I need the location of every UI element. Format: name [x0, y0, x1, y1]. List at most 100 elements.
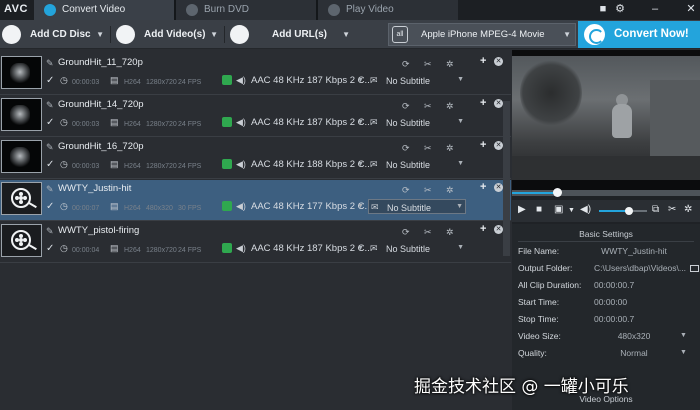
start-time-field[interactable]: 00:00:00 — [594, 297, 627, 307]
check-icon[interactable]: ✓ — [46, 75, 54, 86]
add-icon[interactable]: + — [480, 55, 486, 67]
file-name[interactable]: WWTY_pistol-firing — [58, 225, 139, 236]
subtitle-select[interactable]: ✉ No Subtitle ▼ — [368, 241, 466, 256]
seek-handle[interactable] — [553, 188, 563, 197]
effects-icon[interactable]: ✲ — [684, 204, 692, 215]
snapshot-icon[interactable]: ▣ — [554, 204, 563, 215]
check-icon[interactable]: ✓ — [46, 159, 54, 170]
file-row[interactable]: ✎ GroundHit_11_720p ⟳ ✂ ✲ + ✕ ✓ ◷ 00:00:… — [0, 54, 511, 95]
file-row[interactable]: ✎ GroundHit_14_720p ⟳ ✂ ✲ + ✕ ✓ ◷ 00:00:… — [0, 96, 511, 137]
chevron-down-icon[interactable]: ▼ — [357, 245, 364, 252]
list-scrollbar[interactable] — [503, 101, 510, 256]
chevron-down-icon[interactable]: ▼ — [568, 207, 575, 214]
copy-icon[interactable]: ⧉ — [652, 204, 659, 215]
cut-icon[interactable]: ✂ — [424, 101, 432, 112]
file-row[interactable]: ✎ WWTY_pistol-firing ⟳ ✂ ✲ + ✕ ✓ ◷ 00:00… — [0, 222, 511, 263]
video-thumbnail[interactable] — [1, 98, 42, 131]
rotate-icon[interactable]: ⟳ — [402, 227, 410, 238]
check-icon[interactable]: ✓ — [46, 117, 54, 128]
add-icon[interactable]: + — [480, 181, 486, 193]
edit-icon[interactable]: ✎ — [46, 100, 54, 111]
subtitle-select[interactable]: ✉ No Subtitle ▼ — [368, 73, 466, 88]
convert-now-button[interactable]: Convert Now! — [578, 21, 700, 48]
minimize-button[interactable]: – — [648, 2, 662, 16]
add-url-button[interactable]: Add URL(s) ▼ — [228, 23, 354, 46]
rotate-icon[interactable]: ⟳ — [402, 59, 410, 70]
gear-icon[interactable]: ⚙ — [613, 2, 627, 16]
audio-track[interactable]: AAC 48 KHz 187 Kbps 2 C... — [251, 75, 372, 86]
quality-select[interactable]: Normal — [594, 348, 674, 358]
check-icon[interactable]: ✓ — [46, 201, 54, 212]
remove-icon[interactable]: ✕ — [494, 183, 503, 192]
folder-icon[interactable] — [690, 265, 699, 272]
chevron-down-icon[interactable]: ▼ — [357, 119, 364, 126]
speaker-icon[interactable]: ◀) — [580, 204, 591, 215]
edit-icon[interactable]: ✎ — [46, 184, 54, 195]
audio-track[interactable]: AAC 48 KHz 187 Kbps 2 C... — [251, 243, 372, 254]
audio-track[interactable]: AAC 48 KHz 188 Kbps 2 C... — [251, 159, 372, 170]
play-icon[interactable]: ▶ — [518, 204, 526, 215]
file-name[interactable]: GroundHit_11_720p — [58, 57, 143, 68]
chevron-down-icon[interactable]: ▼ — [357, 77, 364, 84]
rotate-icon[interactable]: ⟳ — [402, 143, 410, 154]
cut-icon[interactable]: ✂ — [668, 204, 676, 215]
account-icon[interactable]: ■ — [596, 2, 610, 16]
volume-slider[interactable] — [599, 207, 647, 215]
cut-icon[interactable]: ✂ — [424, 143, 432, 154]
chevron-down-icon[interactable]: ▼ — [342, 23, 350, 46]
remove-icon[interactable]: ✕ — [494, 141, 503, 150]
video-thumbnail[interactable] — [1, 140, 42, 173]
audio-track[interactable]: AAC 48 KHz 187 Kbps 2 C... — [251, 117, 372, 128]
chevron-down-icon[interactable]: ▼ — [96, 23, 104, 46]
add-video-button[interactable]: Add Video(s) ▼ — [114, 23, 222, 46]
rotate-icon[interactable]: ⟳ — [402, 101, 410, 112]
tab-play-video[interactable]: Play Video — [318, 0, 458, 20]
file-row-selected[interactable]: ✎ WWTY_Justin-hit ⟳ ✂ ✲ + ✕ ✓ ◷ 00:00:07… — [0, 180, 511, 221]
cut-icon[interactable]: ✂ — [424, 227, 432, 238]
edit-icon[interactable]: ✎ — [46, 58, 54, 69]
subtitle-select[interactable]: ✉ No Subtitle ▼ — [368, 115, 466, 130]
add-icon[interactable]: + — [480, 97, 486, 109]
subtitle-select[interactable]: ✉ No Subtitle ▼ — [368, 157, 466, 172]
cut-icon[interactable]: ✂ — [424, 185, 432, 196]
remove-icon[interactable]: ✕ — [494, 99, 503, 108]
video-thumbnail[interactable] — [1, 182, 42, 215]
file-row[interactable]: ✎ GroundHit_16_720p ⟳ ✂ ✲ + ✕ ✓ ◷ 00:00:… — [0, 138, 511, 179]
cut-icon[interactable]: ✂ — [424, 59, 432, 70]
chevron-down-icon[interactable]: ▼ — [210, 23, 218, 46]
subtitle-select[interactable]: ✉ No Subtitle ▼ — [368, 199, 466, 214]
tab-convert-video[interactable]: Convert Video — [34, 0, 174, 20]
effects-icon[interactable]: ✲ — [446, 143, 454, 154]
video-size-select[interactable]: 480x320 — [594, 331, 674, 341]
edit-icon[interactable]: ✎ — [46, 142, 54, 153]
effects-icon[interactable]: ✲ — [446, 59, 454, 70]
effects-icon[interactable]: ✲ — [446, 101, 454, 112]
chevron-down-icon[interactable]: ▼ — [357, 161, 364, 168]
video-preview[interactable] — [512, 50, 700, 190]
stop-time-field[interactable]: 00:00:00.7 — [594, 314, 634, 324]
chevron-down-icon[interactable]: ▼ — [357, 203, 364, 210]
file-name-field[interactable]: WWTY_Justin-hit — [594, 246, 674, 256]
file-name[interactable]: GroundHit_16_720p — [58, 141, 144, 152]
output-format-select[interactable]: all Apple iPhone MPEG-4 Movie (*.mp4) ▼ — [388, 23, 576, 61]
seek-bar[interactable] — [512, 188, 700, 197]
output-folder-field[interactable]: C:\Users\dbap\Videos\... — [594, 263, 686, 273]
effects-icon[interactable]: ✲ — [446, 185, 454, 196]
file-name[interactable]: WWTY_Justin-hit — [58, 183, 131, 194]
file-name[interactable]: GroundHit_14_720p — [58, 99, 144, 110]
video-thumbnail[interactable] — [1, 56, 42, 89]
chevron-down-icon[interactable]: ▼ — [680, 349, 687, 356]
check-icon[interactable]: ✓ — [46, 243, 54, 254]
add-icon[interactable]: + — [480, 223, 486, 235]
rotate-icon[interactable]: ⟳ — [402, 185, 410, 196]
chevron-down-icon[interactable]: ▼ — [680, 332, 687, 339]
add-icon[interactable]: + — [480, 139, 486, 151]
close-button[interactable]: ✕ — [684, 2, 698, 16]
tab-burn-dvd[interactable]: Burn DVD — [176, 0, 316, 20]
volume-handle[interactable] — [624, 207, 633, 215]
remove-icon[interactable]: ✕ — [494, 57, 503, 66]
effects-icon[interactable]: ✲ — [446, 227, 454, 238]
add-cd-button[interactable]: Add CD Disc ▼ — [0, 23, 108, 46]
audio-track[interactable]: AAC 48 KHz 177 Kbps 2 C... — [251, 201, 372, 212]
stop-icon[interactable]: ■ — [536, 204, 542, 215]
